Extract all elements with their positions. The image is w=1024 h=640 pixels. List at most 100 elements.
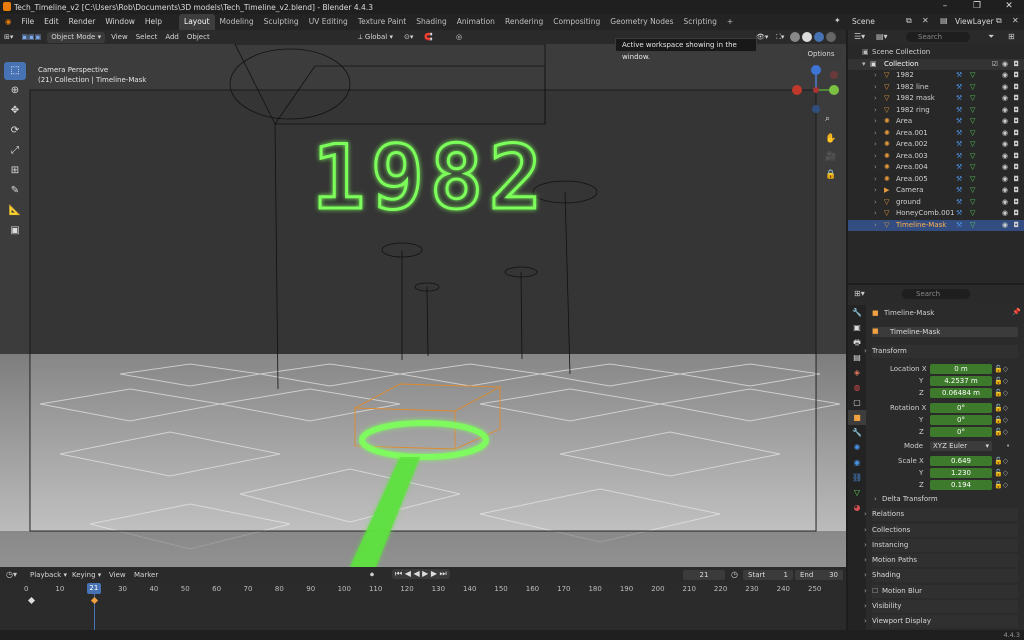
outliner-item[interactable]: › ✺ Area.003 ⚒ ▽ ◉ ◘ [848,151,1024,163]
rotation-z-field[interactable]: 0° [930,427,992,437]
eye-icon[interactable]: ◉ [1002,139,1008,151]
expand-arrow-icon[interactable]: › [874,151,877,163]
camera-render-icon[interactable]: ◘ [1013,105,1019,117]
motion-blur-checkbox[interactable]: ☐ [872,585,878,598]
menu-timeline-view[interactable]: View [105,568,130,582]
select-box-icon[interactable]: ▣▣▣ [17,30,45,44]
eye-icon[interactable]: ◉ [1002,220,1008,232]
current-frame-field[interactable]: 21 [683,570,725,580]
rotation-y-field[interactable]: 0° [930,415,992,425]
object-data-icon[interactable]: ▽ [970,185,975,197]
gizmo-icon[interactable]: ⛶▾ [772,30,788,44]
modifier-icon[interactable]: ⚒ [956,82,962,94]
select-tool-icon[interactable]: ⬚ [4,62,26,80]
camera-render-icon[interactable]: ◘ [1013,174,1019,186]
location-z-field[interactable]: 0.06484 m [930,388,992,398]
new-scene-icon[interactable]: ⧉ [906,16,912,26]
expand-arrow-icon[interactable]: › [874,105,877,117]
menu-window[interactable]: Window [100,14,140,30]
modifier-icon[interactable]: ⚒ [956,174,962,186]
options-button[interactable]: Options [801,48,841,60]
camera-render-icon[interactable]: ◘ [1013,59,1019,71]
constraints-tab-icon[interactable]: ⛓ [848,470,866,485]
add-workspace-button[interactable]: + [722,14,738,30]
workspace-tab-layout[interactable]: Layout [179,14,215,30]
transform-section-header[interactable]: Transform [864,345,1018,358]
modifier-tab-icon[interactable]: 🔧 [848,425,866,440]
particles-tab-icon[interactable]: ✺ [848,440,866,455]
visibility-section[interactable]: Visibility [864,600,1018,613]
snap-icon[interactable]: 🧲 [420,30,437,44]
object-data-icon[interactable]: ▽ [970,116,975,128]
add-cube-tool-icon[interactable]: ▣ [4,222,26,240]
timeline-ruler[interactable]: 0102030405060708090100110120130140150160… [0,583,846,630]
pivot-icon[interactable]: ⊙▾ [400,30,417,44]
outliner-item[interactable]: › ✺ Area.004 ⚒ ▽ ◉ ◘ [848,162,1024,174]
relations-section[interactable]: Relations [864,508,1018,521]
viewport-display-section[interactable]: Viewport Display [864,615,1018,628]
camera-render-icon[interactable]: ◘ [1013,197,1019,209]
zoom-icon[interactable]: ⌕ [825,114,830,124]
camera-render-icon[interactable]: ◘ [1013,151,1019,163]
scale-tool-icon[interactable]: ⤢ [4,142,26,160]
3d-viewport[interactable]: 1982 Camera Perspective (21) Collection … [0,44,846,567]
rotation-mode-select[interactable]: XYZ Euler ▾ [930,441,992,451]
tool-tab-icon[interactable]: 🔧 [848,305,866,320]
menu-marker[interactable]: Marker [130,568,162,582]
object-data-icon[interactable]: ▽ [970,105,975,117]
cursor-tool-icon[interactable]: ⊕ [4,82,26,100]
physics-tab-icon[interactable]: ◉ [848,455,866,470]
timeline-editor-icon[interactable]: ◷▾ [6,570,17,579]
pin-icon[interactable]: 📌 [1012,308,1021,316]
navigation-gizmo[interactable] [790,64,842,116]
modifier-icon[interactable]: ⚒ [956,116,962,128]
camera-view-icon[interactable]: 🎥 [825,152,836,162]
camera-render-icon[interactable]: ◘ [1013,139,1019,151]
blender-menu-icon[interactable]: ◉ [0,14,17,30]
outliner-item[interactable]: › ▽ ground ⚒ ▽ ◉ ◘ [848,197,1024,209]
delta-transform-section[interactable]: Delta Transform [874,493,1018,506]
move-tool-icon[interactable]: ✥ [4,102,26,120]
eye-icon[interactable]: ◉ [1002,116,1008,128]
outliner-item[interactable]: › ▶ Camera ⚒ ▽ ◉ ◘ [848,185,1024,197]
delete-scene-icon[interactable]: ✕ [922,16,929,25]
camera-render-icon[interactable]: ◘ [1013,70,1019,82]
expand-arrow-icon[interactable]: › [874,70,877,82]
object-data-icon[interactable]: ▽ [970,70,975,82]
eye-icon[interactable]: ◉ [1002,197,1008,209]
minimize-button[interactable]: – [930,0,960,14]
object-data-icon[interactable]: ▽ [970,128,975,140]
menu-edit[interactable]: Edit [39,14,64,30]
transform-orientation-selector[interactable]: ⟂ Global ▾ [354,30,397,44]
workspace-tab-sculpting[interactable]: Sculpting [259,14,304,30]
motion-paths-section[interactable]: Motion Paths [864,554,1018,567]
workspace-tab-modeling[interactable]: Modeling [215,14,259,30]
workspace-tab-geometry-nodes[interactable]: Geometry Nodes [605,14,678,30]
modifier-icon[interactable]: ⚒ [956,220,962,232]
outliner-editor-icon[interactable]: ☰▾ [854,32,865,41]
motion-blur-section[interactable]: ☐ Motion Blur [864,585,1018,598]
scene-selector[interactable]: Scene [852,17,875,26]
wireframe-shading-icon[interactable] [790,32,800,42]
scale-x-field[interactable]: 0.649 [930,456,992,466]
eye-icon[interactable]: ◉ [1002,128,1008,140]
outliner-search-input[interactable]: Search [906,32,970,42]
expand-arrow-icon[interactable]: › [874,174,877,186]
proportional-edit-icon[interactable]: ◎ [452,30,466,44]
location-x-lock-icon[interactable]: 🔓◇ [994,365,1008,373]
data-tab-icon[interactable]: ▽ [848,485,866,500]
collection-tab-icon[interactable]: ▢ [848,395,866,410]
modifier-icon[interactable]: ⚒ [956,70,962,82]
pan-hand-icon[interactable]: ✋ [825,134,836,144]
eye-icon[interactable]: ◉ [1002,82,1008,94]
expand-arrow-icon[interactable]: › [874,93,877,105]
filter-icon[interactable]: ⏷ [988,32,994,42]
object-data-icon[interactable]: ▽ [970,151,975,163]
location-y-lock-icon[interactable]: 🔓◇ [994,377,1008,385]
modifier-icon[interactable]: ⚒ [956,128,962,140]
outliner-item[interactable]: › ✺ Area.002 ⚒ ▽ ◉ ◘ [848,139,1024,151]
rotate-tool-icon[interactable]: ⟳ [4,122,26,140]
eye-icon[interactable]: ◉ [1002,93,1008,105]
location-x-field[interactable]: 0 m [930,364,992,374]
end-frame-field[interactable]: End 30 [795,570,843,580]
